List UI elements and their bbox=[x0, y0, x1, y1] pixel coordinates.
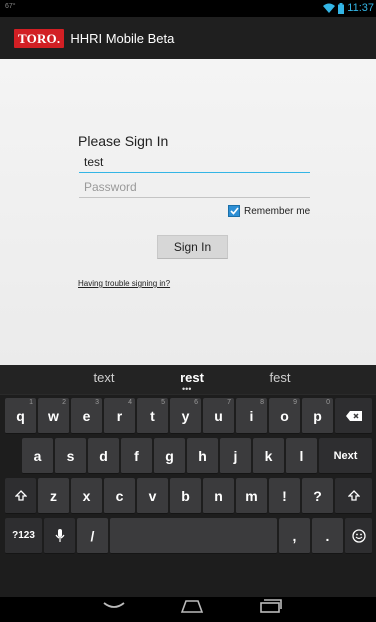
recent-apps-icon[interactable] bbox=[260, 599, 282, 613]
key-m[interactable]: m bbox=[236, 478, 267, 514]
backspace-icon bbox=[345, 410, 362, 421]
key-w[interactable]: w2 bbox=[38, 398, 69, 434]
key-k[interactable]: k bbox=[253, 438, 284, 474]
sign-in-heading: Please Sign In bbox=[78, 133, 169, 149]
symbols-key[interactable]: ?123 bbox=[5, 518, 42, 554]
key-h[interactable]: h bbox=[187, 438, 218, 474]
back-icon[interactable] bbox=[103, 601, 125, 613]
key-j[interactable]: j bbox=[220, 438, 251, 474]
key-l[interactable]: l bbox=[286, 438, 317, 474]
navigation-bar bbox=[0, 597, 376, 622]
key-a[interactable]: a bbox=[22, 438, 53, 474]
home-icon[interactable] bbox=[180, 599, 204, 613]
smiley-icon bbox=[351, 528, 366, 543]
key-i[interactable]: i8 bbox=[236, 398, 267, 434]
microphone-icon bbox=[55, 528, 64, 542]
shift-key-left[interactable] bbox=[5, 478, 36, 514]
next-key[interactable]: Next bbox=[319, 438, 372, 474]
key-slash[interactable]: / bbox=[77, 518, 108, 554]
login-panel: Please Sign In Remember me Sign In Havin… bbox=[0, 59, 376, 365]
key-b[interactable]: b bbox=[170, 478, 201, 514]
voice-input-key[interactable] bbox=[44, 518, 75, 554]
key-s[interactable]: s bbox=[55, 438, 86, 474]
key-g[interactable]: g bbox=[154, 438, 185, 474]
password-field[interactable] bbox=[79, 177, 310, 198]
soft-keyboard: text rest fest ••• q1 w2 e3 r4 t5 y6 u7 … bbox=[0, 365, 376, 597]
clock: 11:37 bbox=[347, 2, 374, 14]
toro-logo: TORO. bbox=[14, 28, 65, 48]
key-q[interactable]: q1 bbox=[5, 398, 36, 434]
key-x[interactable]: x bbox=[71, 478, 102, 514]
remember-me-checkbox[interactable] bbox=[228, 205, 240, 217]
status-icons: 11:37 bbox=[323, 2, 374, 14]
suggestion-item-primary[interactable]: rest bbox=[152, 370, 232, 385]
key-c[interactable]: c bbox=[104, 478, 135, 514]
key-o[interactable]: o9 bbox=[269, 398, 300, 434]
key-question[interactable]: ? bbox=[302, 478, 333, 514]
shift-icon bbox=[14, 489, 27, 501]
status-bar: 67° 11:37 bbox=[0, 0, 376, 17]
sign-in-button[interactable]: Sign In bbox=[157, 235, 228, 259]
app-title: HHRI Mobile Beta bbox=[70, 30, 175, 46]
suggestion-item[interactable]: fest bbox=[240, 370, 320, 385]
backspace-key[interactable] bbox=[335, 398, 372, 434]
key-n[interactable]: n bbox=[203, 478, 234, 514]
action-bar: TORO. HHRI Mobile Beta bbox=[0, 17, 376, 59]
key-y[interactable]: y6 bbox=[170, 398, 201, 434]
username-field[interactable] bbox=[79, 152, 310, 173]
remember-me-option[interactable]: Remember me bbox=[228, 205, 310, 217]
key-e[interactable]: e3 bbox=[71, 398, 102, 434]
shift-icon bbox=[347, 489, 360, 501]
key-comma[interactable]: , bbox=[279, 518, 310, 554]
wifi-icon bbox=[323, 3, 336, 13]
key-z[interactable]: z bbox=[38, 478, 69, 514]
key-d[interactable]: d bbox=[88, 438, 119, 474]
remember-me-label: Remember me bbox=[244, 205, 311, 217]
key-p[interactable]: p0 bbox=[302, 398, 333, 434]
key-exclamation[interactable]: ! bbox=[269, 478, 300, 514]
emoji-key[interactable] bbox=[345, 518, 372, 554]
suggestion-item[interactable]: text bbox=[64, 370, 144, 385]
suggestion-strip: text rest fest ••• bbox=[0, 365, 376, 395]
key-f[interactable]: f bbox=[121, 438, 152, 474]
key-u[interactable]: u7 bbox=[203, 398, 234, 434]
trouble-signing-in-link[interactable]: Having trouble signing in? bbox=[78, 279, 170, 288]
shift-key-right[interactable] bbox=[335, 478, 372, 514]
space-key[interactable] bbox=[110, 518, 277, 554]
more-suggestions-dots: ••• bbox=[182, 384, 192, 394]
key-v[interactable]: v bbox=[137, 478, 168, 514]
key-period[interactable]: . bbox=[312, 518, 343, 554]
key-t[interactable]: t5 bbox=[137, 398, 168, 434]
checkmark-icon bbox=[229, 207, 239, 215]
battery-icon bbox=[338, 2, 345, 14]
temperature-text: 67° bbox=[5, 3, 16, 10]
key-r[interactable]: r4 bbox=[104, 398, 135, 434]
